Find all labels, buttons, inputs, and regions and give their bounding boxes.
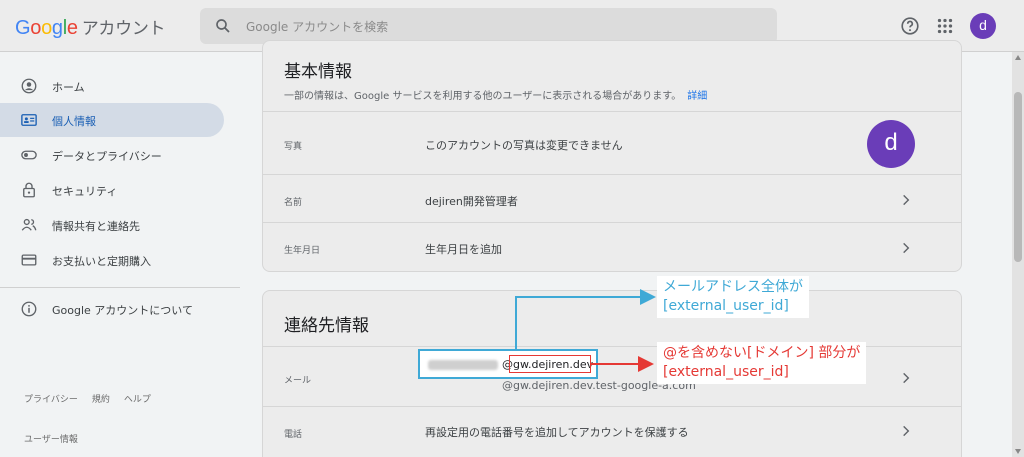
phone-value: 再設定用の電話番号を追加してアカウントを保護する (425, 426, 689, 439)
sidebar-divider (0, 287, 240, 288)
scroll-up-icon[interactable] (1015, 55, 1021, 60)
info-icon (21, 301, 37, 317)
sidebar-item-label: 個人情報 (52, 115, 96, 128)
name-row[interactable]: 名前 dejiren開発管理者 (263, 174, 961, 222)
lock-icon (23, 182, 35, 198)
email-label: メール (284, 376, 312, 386)
logo-letter: e (66, 17, 78, 39)
logo-letter: o (41, 17, 52, 39)
scrollbar-thumb[interactable] (1014, 92, 1022, 262)
chevron-right-icon (903, 372, 910, 384)
details-link[interactable]: 詳細 (687, 91, 707, 102)
sidebar-item-label: Google アカウントについて (52, 304, 193, 317)
description-text: 一部の情報は、Google サービスを利用する他のユーザーに表示される場合があり… (284, 91, 682, 102)
annotation-line: [external_user_id] (663, 298, 789, 314)
redacted-email-local (428, 360, 498, 370)
phone-label: 電話 (284, 430, 303, 440)
chevron-right-icon (903, 425, 910, 437)
sidebar-item-home[interactable]: ホーム (0, 69, 224, 103)
card-icon (21, 254, 37, 266)
logo-letter: o (30, 17, 42, 39)
logo-letter: G (15, 17, 31, 39)
basic-info-description: 一部の情報は、Google サービスを利用する他のユーザーに表示される場合があり… (284, 87, 707, 102)
vertical-scrollbar[interactable] (1012, 52, 1024, 457)
logo-suffix: アカウント (81, 19, 166, 39)
annotation-line: メールアドレス全体が (663, 279, 803, 295)
basic-info-card: 基本情報 一部の情報は、Google サービスを利用する他のユーザーに表示される… (262, 40, 962, 272)
help-link[interactable]: ヘルプ (124, 395, 151, 405)
user-info-link[interactable]: ユーザー情報 (24, 432, 78, 445)
basic-info-title: 基本情報 (284, 62, 352, 82)
help-icon[interactable] (899, 15, 921, 37)
footer-links: プライバシー 規約 ヘルプ (24, 392, 165, 405)
sidebar-item-label: 情報共有と連絡先 (52, 220, 140, 233)
search-placeholder: Google アカウントを検索 (246, 20, 389, 34)
domain-highlight-box (509, 355, 591, 373)
phone-row[interactable]: 電話 再設定用の電話番号を追加してアカウントを保護する (263, 406, 961, 457)
photo-label: 写真 (284, 142, 303, 152)
sidebar-item-personal-info[interactable]: 個人情報 (0, 103, 224, 137)
account-avatar[interactable]: d (970, 13, 996, 39)
chevron-right-icon (903, 194, 910, 206)
sidebar-item-label: セキュリティ (52, 185, 118, 198)
logo-letter: g (51, 17, 63, 39)
chevron-right-icon (903, 242, 910, 254)
photo-value: このアカウントの写真は変更できません (425, 139, 623, 152)
id-card-icon (21, 114, 37, 126)
profile-avatar: d (867, 120, 915, 168)
apps-grid-icon[interactable] (934, 15, 956, 37)
google-account-logo[interactable]: Google アカウント (15, 14, 166, 40)
sidebar-item-sharing[interactable]: 情報共有と連絡先 (0, 208, 224, 242)
terms-link[interactable]: 規約 (92, 395, 110, 405)
home-icon (21, 78, 37, 94)
sidebar-item-payments[interactable]: お支払いと定期購入 (0, 243, 224, 277)
photo-row[interactable]: 写真 このアカウントの写真は変更できません d (263, 111, 961, 174)
annotation-full-email: メールアドレス全体が [external_user_id] (657, 276, 809, 318)
scroll-down-icon[interactable] (1015, 449, 1021, 454)
name-label: 名前 (284, 198, 303, 208)
search-icon (216, 19, 230, 33)
sidebar-item-label: ホーム (52, 81, 85, 94)
sidebar-item-about[interactable]: Google アカウントについて (0, 292, 224, 326)
annotation-line: [external_user_id] (663, 364, 789, 380)
sidebar-item-label: お支払いと定期購入 (52, 255, 151, 268)
birthday-value: 生年月日を追加 (425, 243, 502, 256)
search-input[interactable]: Google アカウントを検索 (200, 8, 777, 44)
sidebar-item-data-privacy[interactable]: データとプライバシー (0, 138, 224, 172)
annotation-line: @を含めない[ドメイン] 部分が (663, 345, 861, 361)
privacy-link[interactable]: プライバシー (24, 395, 78, 405)
toggle-icon (21, 150, 37, 160)
contact-info-title: 連絡先情報 (284, 316, 369, 336)
people-icon (21, 218, 37, 231)
annotation-domain-part: @を含めない[ドメイン] 部分が [external_user_id] (657, 342, 867, 384)
name-value: dejiren開発管理者 (425, 195, 518, 208)
birthday-label: 生年月日 (284, 246, 321, 256)
sidebar-item-label: データとプライバシー (52, 150, 162, 163)
sidebar: ホーム 個人情報 データとプライバシー セキュリティ 情報共有と連絡先 お支払い… (0, 52, 240, 457)
birthday-row[interactable]: 生年月日 生年月日を追加 (263, 222, 961, 272)
sidebar-item-security[interactable]: セキュリティ (0, 173, 224, 207)
